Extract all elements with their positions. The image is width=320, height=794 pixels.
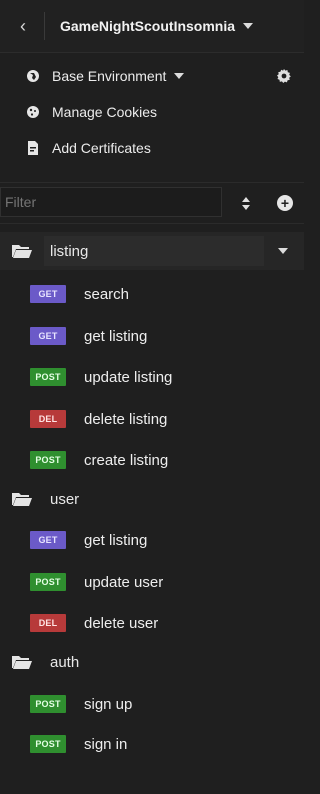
caret-down-icon[interactable]: [278, 248, 288, 254]
divider: [44, 12, 45, 40]
add-certificates-button[interactable]: Add Certificates: [0, 130, 304, 166]
method-badge: GET: [30, 285, 66, 303]
request-item[interactable]: DEL delete listing: [0, 398, 304, 440]
filter-bar: +: [0, 182, 304, 224]
workspace-title: GameNightScoutInsomnia: [60, 18, 236, 34]
environment-label: Base Environment: [52, 68, 167, 84]
method-badge: POST: [30, 368, 66, 386]
back-button[interactable]: ‹: [10, 14, 36, 38]
request-name: delete user: [84, 614, 159, 632]
request-name: sign in: [84, 735, 128, 753]
request-item[interactable]: POST create listing: [0, 439, 304, 481]
chevron-left-icon: ‹: [20, 15, 26, 36]
manage-cookies-label: Manage Cookies: [52, 104, 158, 120]
request-name: get listing: [84, 531, 148, 549]
gear-icon[interactable]: [274, 66, 294, 86]
certificate-icon: [24, 139, 42, 157]
request-item[interactable]: GET get listing: [0, 315, 304, 357]
method-badge: GET: [30, 531, 66, 549]
request-item[interactable]: POST update user: [0, 561, 304, 603]
method-badge: POST: [30, 735, 66, 753]
sort-down-icon: [242, 204, 250, 210]
add-plus-icon[interactable]: +: [277, 195, 293, 211]
request-item[interactable]: POST update listing: [0, 356, 304, 398]
folder-open-icon: [12, 493, 32, 506]
method-badge: POST: [30, 573, 66, 591]
environment-selector[interactable]: Base Environment: [0, 58, 304, 94]
sort-button[interactable]: [238, 192, 254, 214]
request-name: sign up: [84, 695, 133, 713]
request-item[interactable]: POST sign in: [0, 723, 304, 765]
request-name: create listing: [84, 451, 169, 469]
manage-cookies-button[interactable]: Manage Cookies: [0, 94, 304, 130]
folder-auth[interactable]: auth: [0, 643, 304, 681]
request-item[interactable]: DEL delete user: [0, 602, 304, 644]
filter-input[interactable]: [0, 187, 222, 217]
method-badge: POST: [30, 695, 66, 713]
workspace-dropdown[interactable]: GameNightScoutInsomnia: [60, 16, 254, 36]
request-name: search: [84, 285, 130, 303]
folder-open-icon: [12, 245, 32, 258]
folder-open-icon: [12, 656, 32, 669]
caret-down-icon: [243, 23, 254, 29]
request-name: update listing: [84, 368, 173, 386]
folder-name: listing: [50, 242, 89, 260]
sort-up-icon: [242, 196, 250, 202]
request-name: get listing: [84, 327, 148, 345]
method-badge: GET: [30, 327, 66, 345]
globe-icon: [24, 67, 42, 85]
add-certificates-label: Add Certificates: [52, 140, 151, 156]
request-name: update user: [84, 573, 164, 591]
method-badge: DEL: [30, 614, 66, 632]
method-badge: POST: [30, 451, 66, 469]
request-name: delete listing: [84, 410, 168, 428]
request-item[interactable]: GET get listing: [0, 519, 304, 561]
folder-user[interactable]: user: [0, 480, 304, 518]
caret-down-icon: [174, 73, 185, 79]
folder-name: auth: [50, 653, 80, 671]
request-item[interactable]: GET search: [0, 273, 304, 315]
cookie-icon: [24, 103, 42, 121]
sidebar-header: ‹ GameNightScoutInsomnia: [0, 0, 304, 53]
method-badge: DEL: [30, 410, 66, 428]
request-item[interactable]: POST sign up: [0, 683, 304, 725]
folder-name: user: [50, 490, 80, 508]
folder-listing[interactable]: listing: [0, 232, 304, 270]
